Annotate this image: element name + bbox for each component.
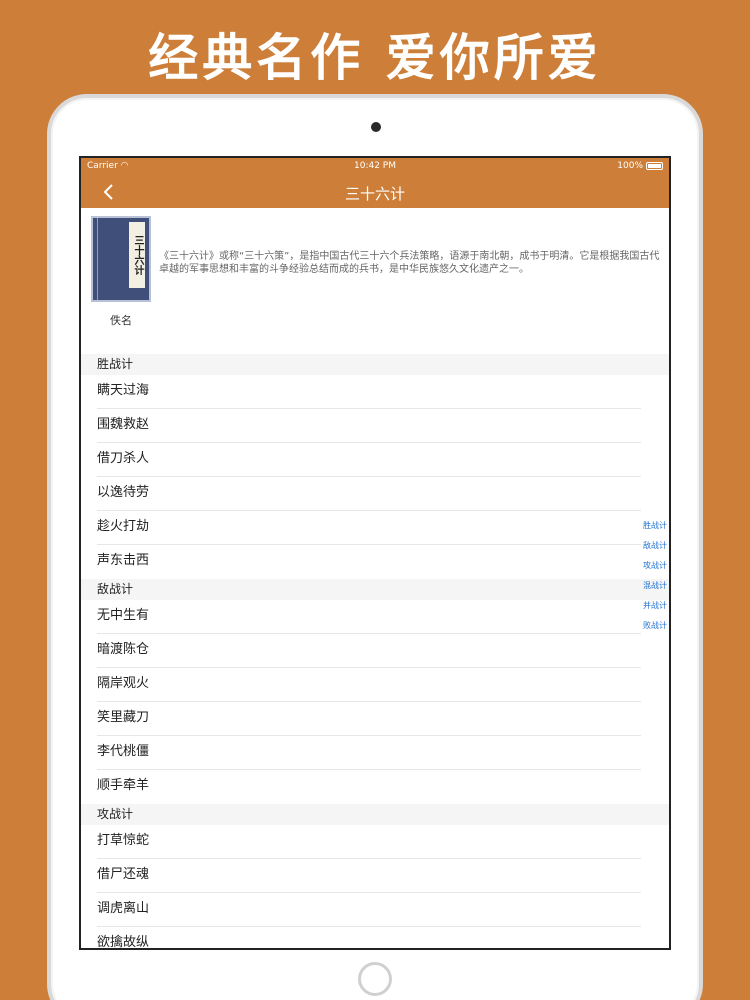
page-title: 三十六计 [344,185,405,203]
section-index-bar: 胜战计 敌战计 攻战计 混战计 并战计 败战计 [639,516,667,636]
list-item[interactable]: 无中生有 [97,600,641,634]
promo-title: 经典名作 爱你所爱 [148,29,602,87]
list-item[interactable]: 打草惊蛇 [97,825,641,859]
list-item[interactable]: 调虎离山 [97,893,641,927]
list-item[interactable]: 围魏救赵 [97,409,641,443]
index-item[interactable]: 并战计 [639,596,667,616]
index-item[interactable]: 胜战计 [639,516,667,536]
section-header: 敌战计 [81,579,669,600]
home-button[interactable] [358,962,392,996]
app-screen: Carrier ◠ 10:42 PM 100% 三十六计 三十六计 佚名 《三十… [79,156,671,950]
index-item[interactable]: 混战计 [639,576,667,596]
index-item[interactable]: 败战计 [639,616,667,636]
book-author: 佚名 [110,314,132,327]
status-bar: Carrier ◠ 10:42 PM 100% [81,158,669,176]
index-item[interactable]: 攻战计 [639,556,667,576]
camera-dot [371,122,381,132]
chapter-list: 胜战计 瞒天过海 围魏救赵 借刀杀人 以逸待劳 趁火打劫 声东击西 敌战计 无中… [81,354,669,948]
book-intro: 《三十六计》或称“三十六策”，是指中国古代三十六个兵法策略，语源于南北朝，成书于… [159,251,660,275]
list-item[interactable]: 以逸待劳 [97,477,641,511]
list-item[interactable]: 笑里藏刀 [97,702,641,736]
list-item[interactable]: 隔岸观火 [97,668,641,702]
book-header: 三十六计 佚名 《三十六计》或称“三十六策”，是指中国古代三十六个兵法策略，语源… [81,208,669,348]
battery-percent: 100% [617,161,643,171]
cover-title: 三十六计 [129,222,145,288]
list-item[interactable]: 借尸还魂 [97,859,641,893]
book-cover: 三十六计 [91,216,151,302]
nav-bar: 三十六计 [81,176,669,208]
list-item[interactable]: 瞒天过海 [97,375,641,409]
battery-icon [646,162,663,170]
list-item[interactable]: 暗渡陈仓 [97,634,641,668]
list-item[interactable]: 顺手牵羊 [97,770,641,804]
list-item[interactable]: 借刀杀人 [97,443,641,477]
section-header: 攻战计 [81,804,669,825]
index-item[interactable]: 敌战计 [639,536,667,556]
list-item[interactable]: 声东击西 [97,545,641,579]
list-item[interactable]: 李代桃僵 [97,736,641,770]
list-item[interactable]: 趁火打劫 [97,511,641,545]
ipad-frame: Carrier ◠ 10:42 PM 100% 三十六计 三十六计 佚名 《三十… [47,94,703,1000]
section-header: 胜战计 [81,354,669,375]
cover-stitch [97,218,98,300]
status-time: 10:42 PM [354,161,396,171]
list-item[interactable]: 欲擒故纵 [97,927,641,948]
